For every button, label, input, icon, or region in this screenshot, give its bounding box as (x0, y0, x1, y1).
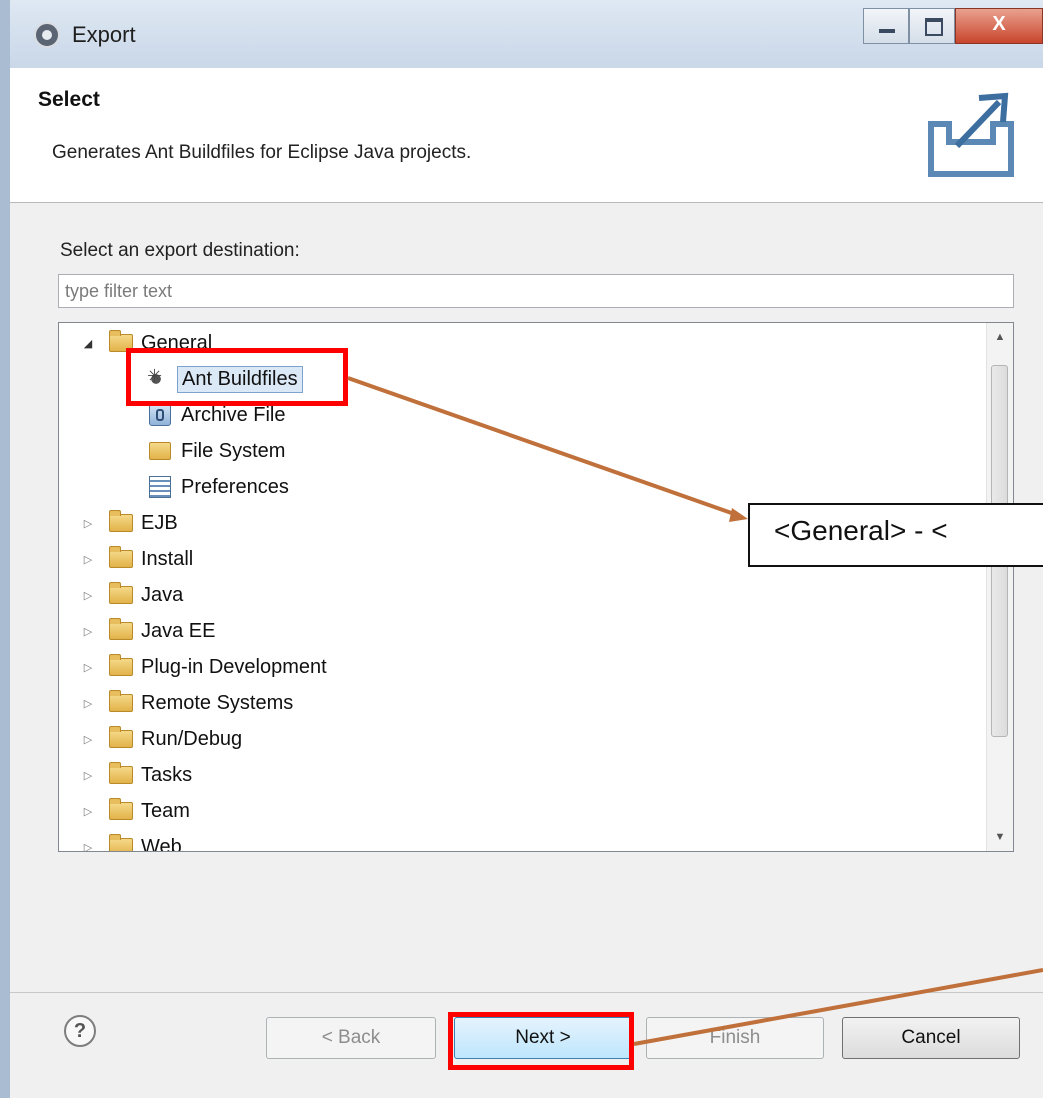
close-button[interactable]: X (955, 8, 1043, 44)
back-button[interactable]: < Back (266, 1017, 436, 1059)
eclipse-icon (34, 22, 60, 48)
tree-item-file-system[interactable]: File System (149, 434, 285, 468)
minimize-button[interactable] (863, 8, 909, 44)
folder-icon (109, 726, 133, 748)
minimize-icon (879, 29, 895, 33)
next-button-highlight (448, 1012, 634, 1070)
tree-item-label: Java (141, 583, 184, 606)
tree-item-run-debug[interactable]: ▷ Run/Debug (81, 722, 242, 756)
tree-item-install[interactable]: ▷ Install (81, 542, 193, 576)
folder-icon (109, 510, 133, 532)
tree-item-label: Preferences (181, 475, 289, 498)
tree-item-java[interactable]: ▷ Java (81, 578, 183, 612)
annotation-callout: <General> - < (748, 503, 1043, 567)
tree-item-label: Archive File (181, 403, 286, 426)
tree-item-label: Java EE (141, 619, 216, 642)
tree-item-label: Plug-in Development (141, 655, 327, 678)
help-icon[interactable]: ? (64, 1015, 96, 1047)
expand-arrow-icon[interactable]: ▷ (81, 589, 95, 602)
folder-icon (109, 582, 133, 604)
tree-item-preferences[interactable]: Preferences (149, 470, 289, 504)
window-controls: X (863, 8, 1043, 46)
wizard-header: Select Generates Ant Buildfiles for Ecli… (10, 68, 1043, 203)
tree-item-java-ee[interactable]: ▷ Java EE (81, 614, 215, 648)
expand-arrow-icon[interactable]: ▷ (81, 661, 95, 674)
maximize-button[interactable] (909, 8, 955, 44)
expand-arrow-icon[interactable]: ▷ (81, 805, 95, 818)
tree-item-label: File System (181, 439, 286, 462)
tree-item-web[interactable]: ▷ Web (81, 830, 182, 852)
collapse-arrow-icon[interactable]: ◢ (81, 337, 95, 350)
expand-arrow-icon[interactable]: ▷ (81, 769, 95, 782)
window-title: Export (72, 22, 136, 47)
folder-icon (109, 762, 133, 784)
tree-scrollbar[interactable]: ▲ ▼ (986, 323, 1013, 851)
filter-input[interactable] (58, 274, 1014, 308)
tree-item-label: Tasks (141, 763, 193, 786)
cancel-button[interactable]: Cancel (842, 1017, 1020, 1059)
tree-item-label: Run/Debug (141, 727, 243, 750)
expand-arrow-icon[interactable]: ▷ (81, 625, 95, 638)
tree-item-plug-in-development[interactable]: ▷ Plug-in Development (81, 650, 327, 684)
folder-icon (109, 798, 133, 820)
tree-item-ejb[interactable]: ▷ EJB (81, 506, 178, 540)
tree-item-label: Web (141, 835, 182, 852)
tree-item-remote-systems[interactable]: ▷ Remote Systems (81, 686, 293, 720)
finish-button[interactable]: Finish (646, 1017, 824, 1059)
page-description: Generates Ant Buildfiles for Eclipse Jav… (52, 142, 472, 163)
tree-item-label: Remote Systems (141, 691, 294, 714)
tree-item-tasks[interactable]: ▷ Tasks (81, 758, 192, 792)
preferences-icon (149, 476, 171, 498)
ant-buildfiles-highlight (126, 348, 348, 406)
folder-icon (109, 546, 133, 568)
page-title: Select (38, 88, 100, 111)
expand-arrow-icon[interactable]: ▷ (81, 733, 95, 746)
title-bar[interactable]: Export X (10, 0, 1043, 69)
scroll-up-arrow-icon[interactable]: ▲ (987, 323, 1013, 351)
tree-item-label: Install (141, 547, 194, 570)
maximize-icon (925, 18, 943, 36)
tree-item-label: EJB (141, 511, 178, 534)
archive-file-icon (149, 404, 171, 426)
expand-arrow-icon[interactable]: ▷ (81, 697, 95, 710)
folder-icon (109, 654, 133, 676)
tree-item-team[interactable]: ▷ Team (81, 794, 190, 828)
destination-prompt: Select an export destination: (60, 240, 300, 261)
tree-item-label: Team (141, 799, 190, 822)
expand-arrow-icon[interactable]: ▷ (81, 553, 95, 566)
export-banner-icon (928, 92, 1014, 177)
folder-icon (149, 442, 171, 460)
folder-icon (109, 690, 133, 712)
expand-arrow-icon[interactable]: ▷ (81, 841, 95, 852)
expand-arrow-icon[interactable]: ▷ (81, 517, 95, 530)
folder-icon (109, 834, 133, 851)
folder-icon (109, 618, 133, 640)
close-icon: X (992, 13, 1006, 35)
scroll-down-arrow-icon[interactable]: ▼ (987, 823, 1013, 851)
